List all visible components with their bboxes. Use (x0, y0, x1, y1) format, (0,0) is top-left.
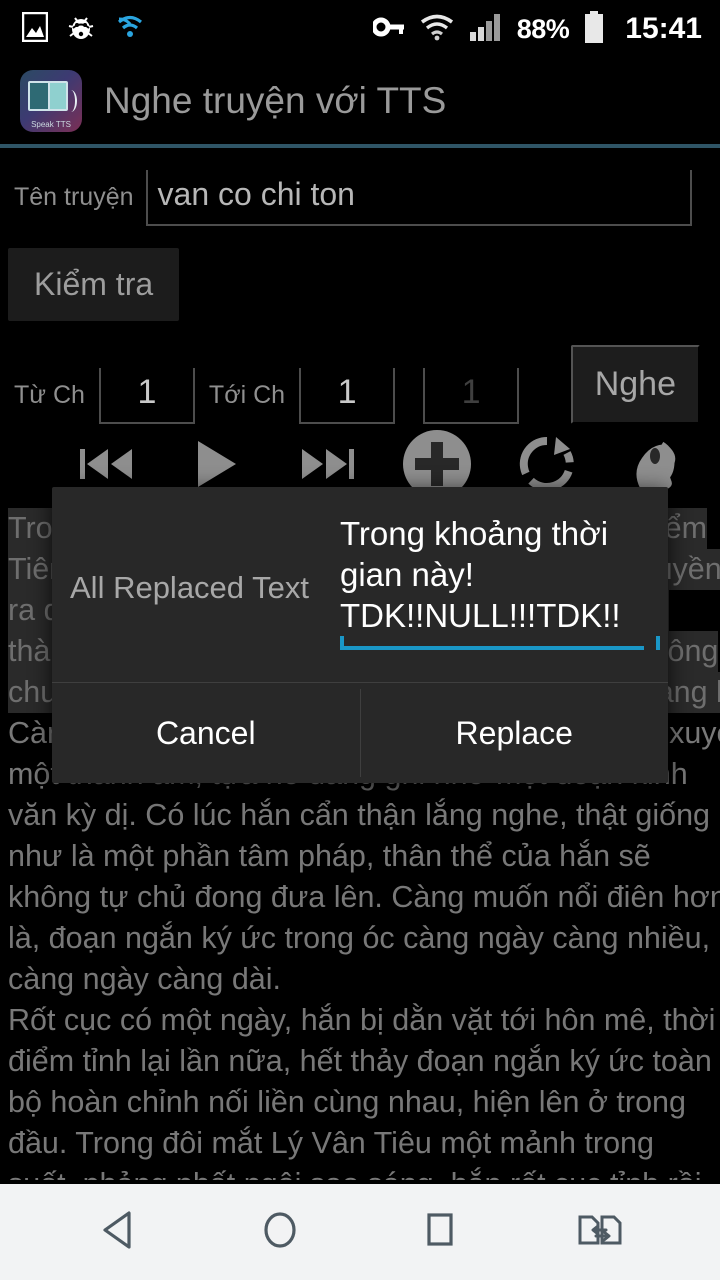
wifi-icon (419, 13, 455, 46)
next-icon (298, 443, 356, 490)
body-line: không tự chủ đong đưa lên. Càng muốn nổi… (8, 880, 720, 914)
image-icon (21, 11, 49, 47)
input-underline (340, 636, 644, 650)
home-button[interactable] (225, 1184, 335, 1280)
from-chapter-label: Từ Ch (14, 381, 85, 409)
back-icon (97, 1207, 143, 1258)
to-chapter-value: 1 (337, 372, 357, 411)
dialog-label: All Replaced Text (70, 569, 309, 605)
body-line: như là một phần tâm pháp, thân thể của h… (8, 839, 651, 873)
dialog-body: All Replaced Text Trong khoảng thời gian… (52, 487, 668, 682)
page-title: Nghe truyện với TTS (104, 80, 447, 121)
body-line: đầu. Trong đôi mắt Lý Vân Tiêu một mảnh … (8, 1126, 654, 1160)
switch-app-icon (574, 1207, 626, 1258)
signal-bars-icon (469, 13, 503, 46)
app-icon: Speak TTS (20, 70, 82, 132)
cancel-button[interactable]: Cancel (52, 683, 360, 783)
back-button[interactable] (65, 1184, 175, 1280)
extra-chapter-input[interactable]: 1 (423, 368, 520, 424)
replace-button[interactable]: Replace (361, 683, 669, 783)
body-line: bộ hoàn chỉnh nối liền cùng nhau, hiện l… (8, 1085, 686, 1119)
status-bar-clock: 15:41 (625, 12, 702, 45)
switch-app-button[interactable] (545, 1184, 655, 1280)
key-icon (371, 16, 405, 43)
next-button[interactable] (272, 443, 382, 490)
previous-icon (78, 443, 136, 490)
chapter-range-row: Từ Ch 1 Tới Ch 1 1 Nghe (0, 321, 720, 424)
body-line: điểm tỉnh lại lần nữa, hết thảy đoạn ngắ… (8, 1044, 712, 1078)
dialog-actions: Cancel Replace (52, 683, 668, 783)
extra-chapter-value: 1 (461, 372, 481, 411)
to-chapter-input[interactable]: 1 (299, 368, 396, 424)
story-name-label: Tên truyện (14, 183, 134, 211)
story-name-value: van co chi ton (157, 175, 355, 212)
bug-icon (66, 12, 96, 47)
app-icon-label: Speak TTS (31, 120, 71, 129)
battery-percent: 88% (516, 13, 570, 44)
from-chapter-value: 1 (137, 372, 157, 411)
listen-button[interactable]: Nghe (570, 345, 700, 424)
play-icon (192, 438, 242, 495)
story-name-input[interactable]: van co chi ton (145, 170, 692, 226)
check-button-row: Kiểm tra (0, 226, 720, 321)
app-bar: Speak TTS Nghe truyện với TTS (0, 58, 720, 144)
battery-icon (583, 10, 605, 48)
from-chapter-input[interactable]: 1 (98, 368, 195, 424)
previous-button[interactable] (52, 443, 162, 490)
check-button[interactable]: Kiểm tra (8, 248, 180, 321)
play-button[interactable] (162, 438, 272, 495)
body-line: Rốt cục có một ngày, hắn bị dằn vặt tới … (8, 1003, 716, 1037)
story-name-row: Tên truyện van co chi ton (0, 152, 720, 226)
body-line: văn kỳ dị. Có lúc hắn cẩn thận lắng nghe… (8, 798, 710, 832)
replace-text-dialog: All Replaced Text Trong khoảng thời gian… (52, 487, 668, 783)
home-icon (257, 1207, 303, 1258)
recents-icon (417, 1207, 463, 1258)
phone-screen: 88% 15:41 Speak TTS Nghe truyện với TTS … (0, 0, 720, 1280)
to-chapter-label: Tới Ch (208, 381, 286, 409)
recents-button[interactable] (385, 1184, 495, 1280)
replacement-text-value: Trong khoảng thời gian này! TDK!!NULL!!!… (340, 515, 621, 634)
status-bar-left-icons (0, 11, 146, 47)
form-area: Tên truyện van co chi ton Kiểm tra Từ Ch… (0, 152, 720, 424)
body-line: là, đoạn ngắn ký ức trong óc càng ngày c… (8, 921, 711, 955)
status-bar: 88% 15:41 (0, 0, 720, 58)
replacement-text-input[interactable]: Trong khoảng thời gian này! TDK!!NULL!!!… (340, 513, 644, 662)
wifi-blue-icon (114, 14, 146, 45)
body-line: suốt, phảng phất ngôi sao sáng, hắn rốt … (8, 1164, 712, 1180)
body-line: càng ngày càng dài. (8, 962, 282, 996)
system-navigation-bar (0, 1184, 720, 1280)
status-bar-right-icons: 88% 15:41 (371, 10, 720, 48)
app-bar-divider (0, 144, 720, 148)
